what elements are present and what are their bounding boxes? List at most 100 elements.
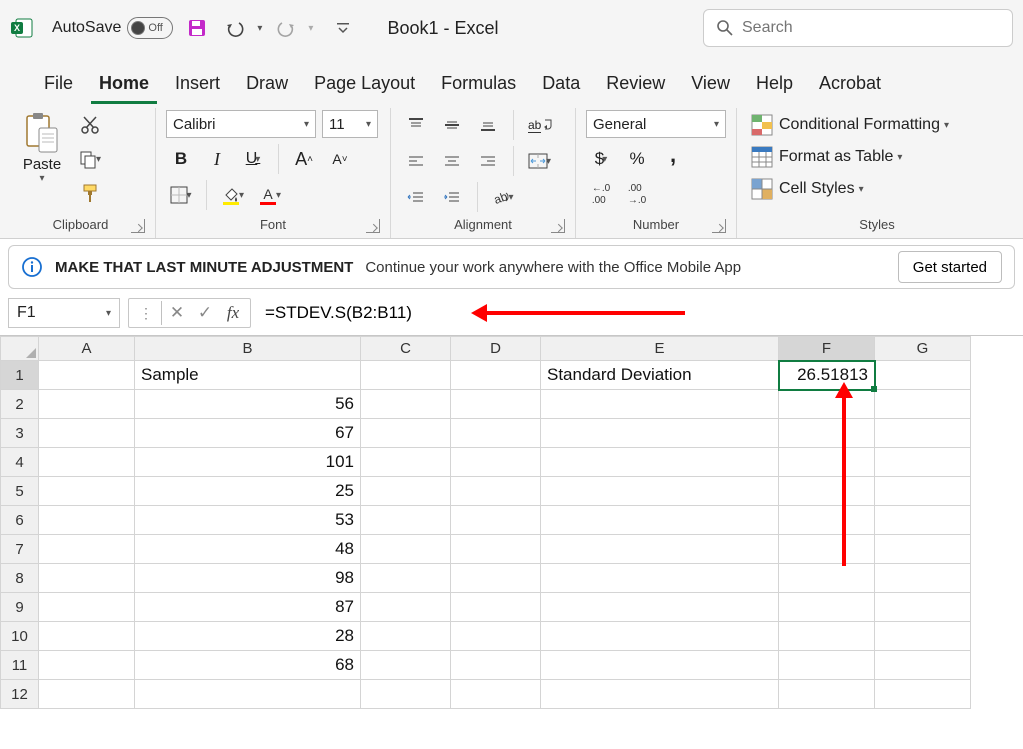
cell-B6[interactable]: 53 (135, 506, 361, 535)
tab-insert[interactable]: Insert (167, 67, 228, 104)
cell-B3[interactable]: 67 (135, 419, 361, 448)
cell-F4[interactable] (779, 448, 875, 477)
redo-dropdown-icon[interactable]: ▾ (308, 23, 313, 34)
cell-B12[interactable] (135, 680, 361, 709)
format-painter-button[interactable] (74, 178, 105, 208)
format-as-table-button[interactable]: Format as Table▾ (747, 142, 906, 172)
column-header-B[interactable]: B (135, 337, 361, 361)
shrink-font-button[interactable]: A˅ (325, 144, 355, 174)
cell-G6[interactable] (875, 506, 971, 535)
autosave-control[interactable]: AutoSave Off (52, 17, 173, 39)
cell-G1[interactable] (875, 361, 971, 390)
cell-F2[interactable] (779, 390, 875, 419)
bold-button[interactable]: B (166, 144, 196, 174)
tab-help[interactable]: Help (748, 67, 801, 104)
conditional-formatting-button[interactable]: Conditional Formatting▾ (747, 110, 953, 140)
cell-D10[interactable] (451, 622, 541, 651)
cell-B5[interactable]: 25 (135, 477, 361, 506)
redo-button[interactable] (272, 14, 300, 42)
cell-B1[interactable]: Sample (135, 361, 361, 390)
name-box[interactable]: F1▾ (8, 298, 120, 328)
column-header-C[interactable]: C (361, 337, 451, 361)
cell-F6[interactable] (779, 506, 875, 535)
align-top-button[interactable] (401, 110, 431, 140)
cell-A1[interactable] (39, 361, 135, 390)
cell-C1[interactable] (361, 361, 451, 390)
align-center-button[interactable] (437, 146, 467, 176)
comma-style-button[interactable]: , (658, 144, 688, 174)
increase-decimal-button[interactable]: ←.0.00 (586, 180, 616, 210)
cell-E9[interactable] (541, 593, 779, 622)
cell-D11[interactable] (451, 651, 541, 680)
orientation-button[interactable]: ab ▾ (488, 182, 518, 212)
cut-button[interactable] (74, 110, 105, 140)
cell-A5[interactable] (39, 477, 135, 506)
font-color-button[interactable]: A ▾ (254, 180, 285, 210)
cell-D3[interactable] (451, 419, 541, 448)
cell-D7[interactable] (451, 535, 541, 564)
grow-font-button[interactable]: A˄ (289, 144, 319, 174)
cell-E12[interactable] (541, 680, 779, 709)
tab-draw[interactable]: Draw (238, 67, 296, 104)
cell-C8[interactable] (361, 564, 451, 593)
row-header-6[interactable]: 6 (1, 506, 39, 535)
cell-G9[interactable] (875, 593, 971, 622)
cell-D5[interactable] (451, 477, 541, 506)
fill-color-button[interactable]: ▾ (217, 180, 248, 210)
row-header-12[interactable]: 12 (1, 680, 39, 709)
cell-A9[interactable] (39, 593, 135, 622)
cell-C12[interactable] (361, 680, 451, 709)
cell-E8[interactable] (541, 564, 779, 593)
cell-A10[interactable] (39, 622, 135, 651)
cell-F10[interactable] (779, 622, 875, 651)
row-header-11[interactable]: 11 (1, 651, 39, 680)
wrap-text-button[interactable]: ab (524, 110, 557, 140)
merge-center-button[interactable]: ▾ (524, 146, 555, 176)
formula-input[interactable] (259, 298, 459, 328)
tab-page-layout[interactable]: Page Layout (306, 67, 423, 104)
align-left-button[interactable] (401, 146, 431, 176)
cell-C7[interactable] (361, 535, 451, 564)
customize-qat-button[interactable] (329, 14, 357, 42)
row-header-4[interactable]: 4 (1, 448, 39, 477)
cell-B7[interactable]: 48 (135, 535, 361, 564)
cell-B11[interactable]: 68 (135, 651, 361, 680)
worksheet[interactable]: ABCDEFG1SampleStandard Deviation26.51813… (0, 335, 1023, 709)
font-launcher-icon[interactable] (366, 219, 380, 233)
cell-G3[interactable] (875, 419, 971, 448)
row-header-1[interactable]: 1 (1, 361, 39, 390)
cell-F5[interactable] (779, 477, 875, 506)
tab-acrobat[interactable]: Acrobat (811, 67, 889, 104)
cell-E7[interactable] (541, 535, 779, 564)
cell-B8[interactable]: 98 (135, 564, 361, 593)
row-header-9[interactable]: 9 (1, 593, 39, 622)
align-middle-button[interactable] (437, 110, 467, 140)
cell-G10[interactable] (875, 622, 971, 651)
cell-A2[interactable] (39, 390, 135, 419)
select-all-corner[interactable] (1, 337, 39, 361)
cell-D2[interactable] (451, 390, 541, 419)
cell-D8[interactable] (451, 564, 541, 593)
cell-E10[interactable] (541, 622, 779, 651)
cell-F11[interactable] (779, 651, 875, 680)
get-started-button[interactable]: Get started (898, 251, 1002, 283)
cell-A7[interactable] (39, 535, 135, 564)
underline-button[interactable]: U ▾ (238, 144, 268, 174)
search-input[interactable] (742, 19, 1000, 37)
cell-G7[interactable] (875, 535, 971, 564)
column-header-D[interactable]: D (451, 337, 541, 361)
cell-G8[interactable] (875, 564, 971, 593)
tab-file[interactable]: File (36, 67, 81, 104)
number-format-select[interactable]: General▾ (586, 110, 726, 138)
row-header-3[interactable]: 3 (1, 419, 39, 448)
search-box[interactable] (703, 9, 1013, 47)
cell-D12[interactable] (451, 680, 541, 709)
cell-C3[interactable] (361, 419, 451, 448)
cell-F9[interactable] (779, 593, 875, 622)
row-header-7[interactable]: 7 (1, 535, 39, 564)
cell-F1[interactable]: 26.51813 (779, 361, 875, 390)
tab-formulas[interactable]: Formulas (433, 67, 524, 104)
enter-formula-button[interactable]: ✓ (192, 300, 218, 326)
align-right-button[interactable] (473, 146, 503, 176)
tab-home[interactable]: Home (91, 67, 157, 104)
